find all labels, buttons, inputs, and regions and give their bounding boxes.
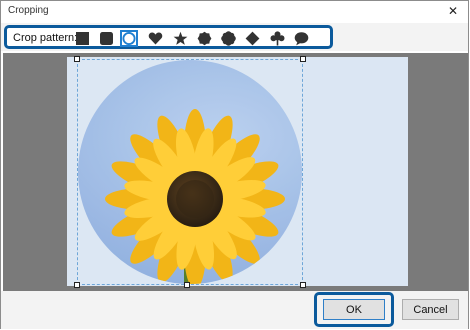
circle-icon <box>122 31 136 46</box>
crop-toolbar: Crop pattern: <box>1 23 468 51</box>
pattern-diamond-button[interactable] <box>243 30 261 47</box>
cropping-dialog: Cropping ✕ Crop pattern: OK Cancel <box>0 0 469 329</box>
diamond-icon <box>245 31 259 46</box>
flower-icon <box>220 31 236 46</box>
octagon-icon <box>197 31 211 46</box>
crop-handle-top-left[interactable] <box>74 56 80 62</box>
pattern-circle-button[interactable] <box>120 30 138 47</box>
dialog-title: Cropping <box>8 5 49 16</box>
pattern-square-button[interactable] <box>73 30 91 47</box>
close-button[interactable]: ✕ <box>446 4 460 18</box>
crop-handle-bottom-right[interactable] <box>300 282 306 288</box>
cancel-button[interactable]: Cancel <box>402 299 459 320</box>
preview-canvas <box>3 53 468 291</box>
ok-button[interactable]: OK <box>323 299 385 320</box>
pattern-flower-button[interactable] <box>219 30 237 47</box>
dialog-footer: OK Cancel <box>1 291 468 329</box>
pattern-octagon-button[interactable] <box>195 30 213 47</box>
ok-button-highlight: OK <box>314 292 394 327</box>
crop-pattern-group: Crop pattern: <box>4 25 333 49</box>
pattern-speech-bubble-button[interactable] <box>292 30 310 47</box>
crop-handle-bottom-middle[interactable] <box>184 282 190 288</box>
star-icon <box>173 31 187 45</box>
crop-selection-box[interactable] <box>74 56 306 288</box>
pattern-rounded-square-button[interactable] <box>97 30 115 47</box>
speech-bubble-icon <box>294 32 308 46</box>
square-icon <box>75 32 89 45</box>
heart-icon <box>148 32 162 45</box>
rounded-square-icon <box>99 32 113 45</box>
pattern-heart-button[interactable] <box>146 30 164 47</box>
clover-icon <box>270 31 284 46</box>
pattern-clover-button[interactable] <box>268 30 286 47</box>
sunflower-photo <box>67 56 408 288</box>
crop-pattern-label: Crop pattern: <box>13 32 78 44</box>
title-bar: Cropping ✕ <box>1 1 468 23</box>
pattern-star-button[interactable] <box>171 30 189 47</box>
crop-handle-top-right[interactable] <box>300 56 306 62</box>
crop-handle-bottom-left[interactable] <box>74 282 80 288</box>
